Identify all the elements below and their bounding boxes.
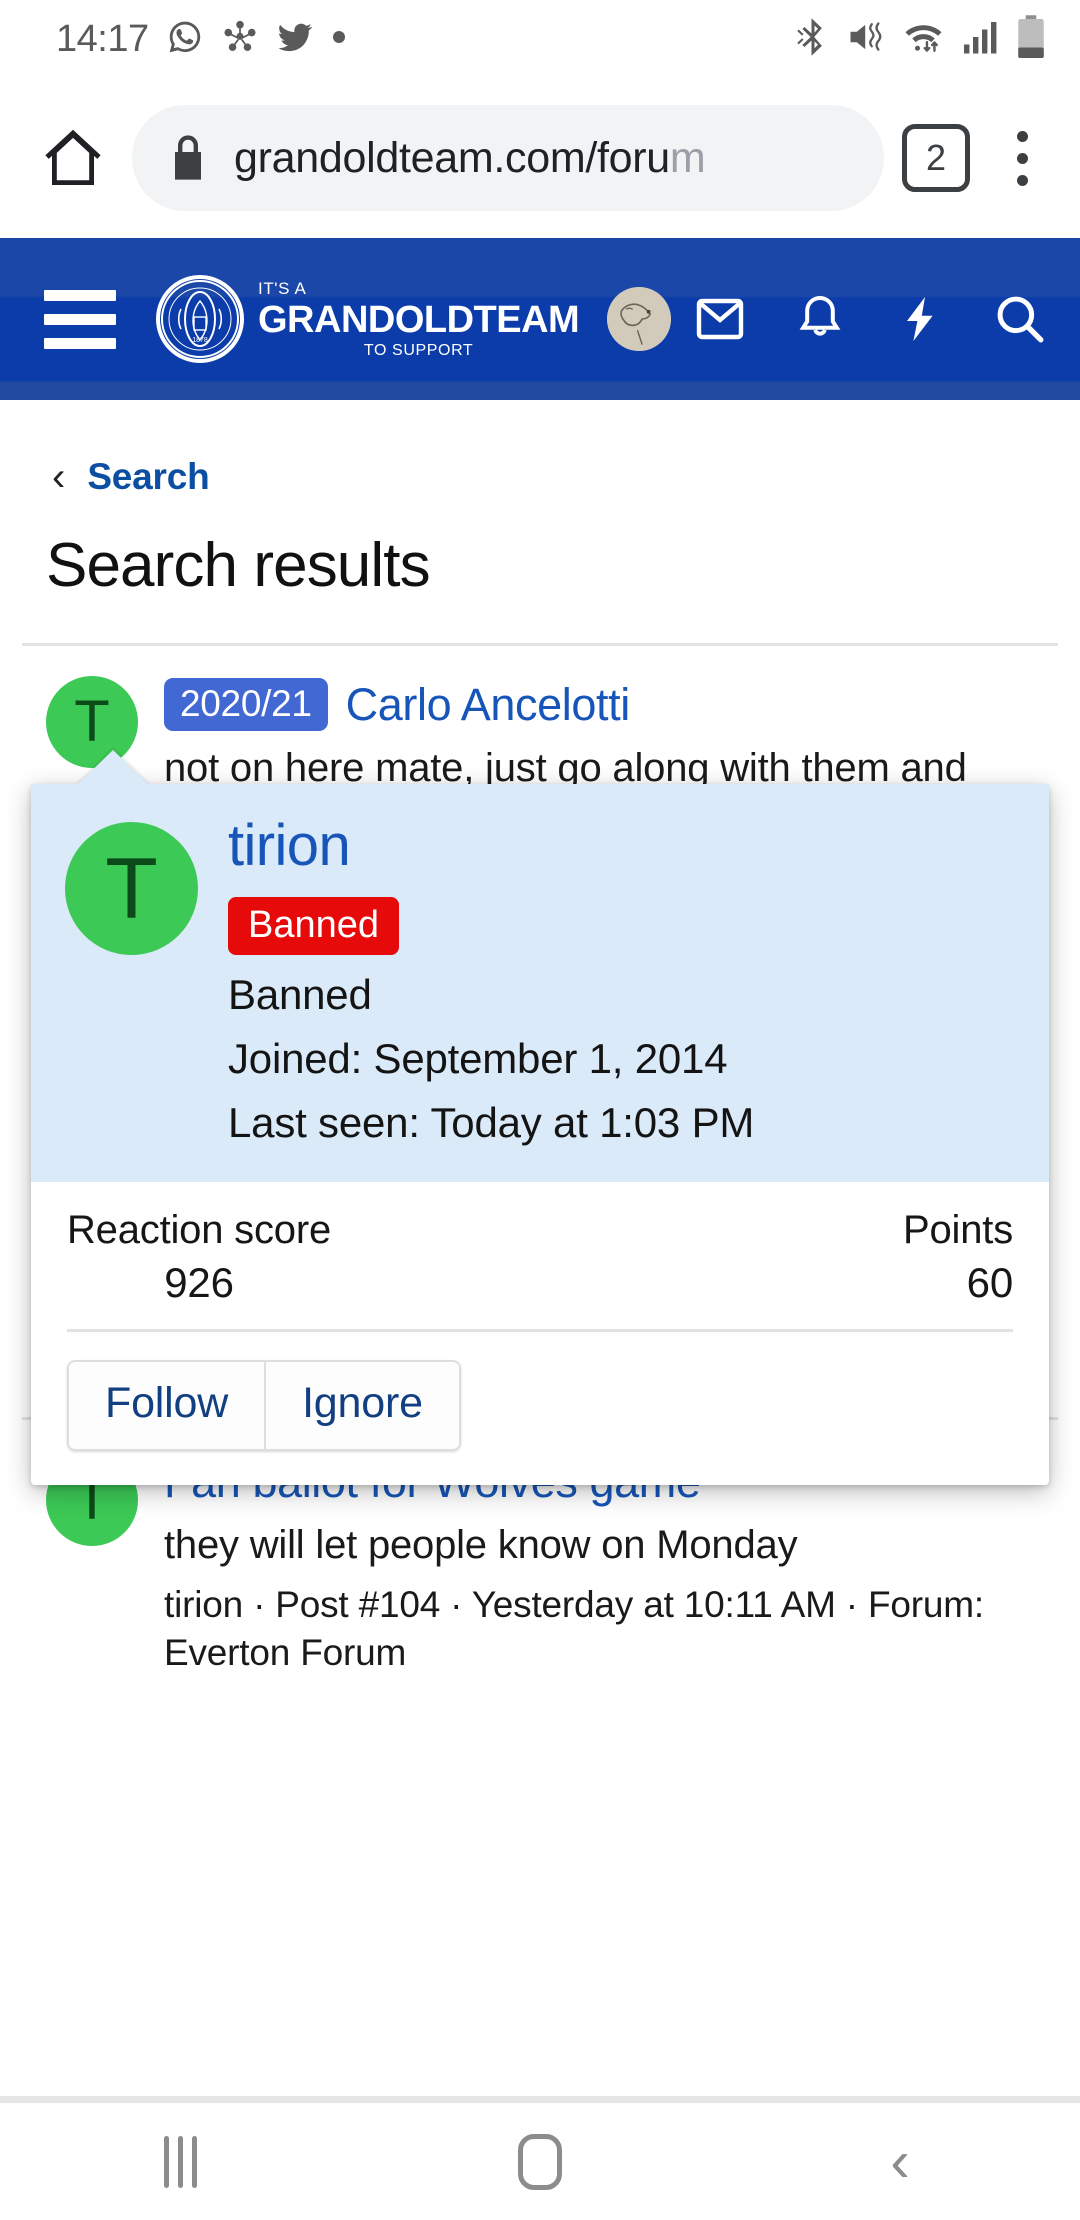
site-header: 1878 IT'S A GRANDOLDTEAM TO SUPPORT <box>0 238 1080 400</box>
search-icon[interactable] <box>992 291 1048 347</box>
kebab-dot-1 <box>1016 130 1028 142</box>
breadcrumb-search-link[interactable]: Search <box>87 456 209 498</box>
browser-toolbar: grandoldteam.com/forum 2 <box>0 78 1080 238</box>
user-avatar-icon[interactable] <box>607 287 672 351</box>
popup-user-info: tirion Banned Banned Joined: September 1… <box>228 815 1015 1148</box>
hamburger-bar-2 <box>44 313 116 325</box>
popup-pointer-arrow <box>77 750 149 785</box>
popup-stats: Reaction score 926 Points 60 <box>31 1181 1049 1329</box>
app-icon <box>221 18 259 61</box>
wifi-icon <box>902 16 948 63</box>
twitter-icon <box>276 18 314 61</box>
hamburger-bar-1 <box>44 289 116 301</box>
user-profile-popup: T tirion Banned Banned Joined: September… <box>31 750 1049 1485</box>
result-meta: tirion · Post #104 · Yesterday at 10:11 … <box>164 1584 984 1673</box>
recents-icon <box>163 2135 197 2188</box>
search-result-row[interactable]: T 2020/21 Carlo Ancelotti not on here ma… <box>0 646 1080 794</box>
popup-avatar[interactable]: T <box>65 822 198 955</box>
signal-icon <box>962 16 1002 63</box>
status-badge: Banned <box>228 896 400 955</box>
club-crest-icon[interactable]: 1878 <box>156 275 244 363</box>
address-bar[interactable]: grandoldteam.com/forum <box>132 105 884 211</box>
status-bar-right <box>794 14 1046 65</box>
page-title: Search results <box>46 531 431 600</box>
brand-line-1: IT'S A <box>258 278 307 298</box>
bluetooth-icon <box>794 16 832 63</box>
ignore-button[interactable]: Ignore <box>265 1359 461 1451</box>
browser-menu-button[interactable] <box>992 115 1052 201</box>
home-button[interactable] <box>465 2112 615 2212</box>
back-chevron-icon: ‹ <box>890 2128 910 2194</box>
stat-label: Points <box>903 1207 1013 1252</box>
phone-screen: 14:17 grandoldteam.com/forum 2 1878 IT'S… <box>0 0 1080 2220</box>
site-header-icons <box>692 291 1048 347</box>
popup-user-title: Banned <box>228 970 372 1018</box>
breadcrumb[interactable]: ‹ Search <box>0 400 1080 498</box>
result-title-link[interactable]: Carlo Ancelotti <box>346 679 631 731</box>
android-nav-bar: ‹ <box>0 2100 1080 2220</box>
brand-line-2: GRANDOLDTEAM <box>258 298 580 341</box>
popup-last-seen: Last seen: Today at 1:03 PM <box>228 1099 755 1147</box>
stat-reaction-score: Reaction score 926 <box>67 1208 331 1307</box>
lock-icon <box>166 133 210 183</box>
bolt-icon[interactable] <box>892 291 948 347</box>
site-brand[interactable]: IT'S A GRANDOLDTEAM TO SUPPORT <box>258 278 580 359</box>
kebab-dot-2 <box>1016 152 1028 164</box>
status-clock: 14:17 <box>56 17 149 60</box>
whatsapp-icon <box>166 18 204 61</box>
result-snippet-first-line: they will let people know on Monday <box>164 1522 798 1567</box>
site-menu-button[interactable] <box>44 282 118 356</box>
back-chevron-icon: ‹ <box>52 455 66 499</box>
popup-username-link[interactable]: tirion <box>228 815 1015 877</box>
recents-bar-1 <box>163 2135 169 2188</box>
stat-points: Points 60 <box>903 1208 1013 1307</box>
result-body: 2020/21 Carlo Ancelotti not on here mate… <box>164 676 1050 794</box>
recents-bar-3 <box>191 2135 197 2188</box>
mail-icon[interactable] <box>692 291 748 347</box>
kebab-dot-3 <box>1016 174 1028 186</box>
svg-text:1878: 1878 <box>192 337 208 344</box>
follow-button[interactable]: Follow <box>67 1359 266 1451</box>
brand-line-3: TO SUPPORT <box>363 341 474 359</box>
hamburger-bar-3 <box>44 337 116 349</box>
stat-value: 60 <box>966 1258 1014 1306</box>
bell-icon[interactable] <box>792 291 848 347</box>
back-button[interactable]: ‹ <box>825 2112 975 2212</box>
popup-actions: Follow Ignore <box>31 1332 1049 1485</box>
home-icon <box>45 129 101 185</box>
tab-switcher-button[interactable]: 2 <box>902 124 970 192</box>
recents-button[interactable] <box>105 2112 255 2212</box>
result-title-line: 2020/21 Carlo Ancelotti <box>164 678 1050 731</box>
popup-joined-date: Joined: September 1, 2014 <box>228 1035 728 1083</box>
browser-home-button[interactable] <box>30 115 116 201</box>
popup-header: T tirion Banned Banned Joined: September… <box>31 784 1049 1182</box>
status-bar-left: 14:17 <box>56 18 347 61</box>
vibrate-icon <box>846 16 888 63</box>
status-bar: 14:17 <box>0 0 1080 78</box>
season-badge: 2020/21 <box>164 678 328 731</box>
popup-button-group: Follow Ignore <box>67 1359 461 1451</box>
stat-value: 926 <box>164 1258 234 1306</box>
address-bar-url: grandoldteam.com/forum <box>234 133 706 182</box>
recents-bar-2 <box>177 2135 183 2188</box>
result-body: Fan ballot for Wolves game they will let… <box>164 1454 1050 1676</box>
stat-label: Reaction score <box>67 1207 331 1252</box>
battery-icon <box>1016 14 1046 65</box>
home-square-icon <box>518 2133 562 2190</box>
dot-icon <box>331 29 347 50</box>
